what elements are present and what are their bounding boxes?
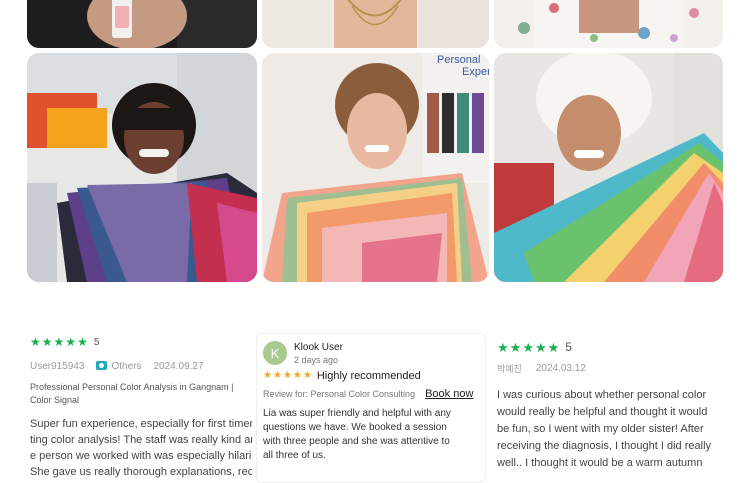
star-rating: ★ ★ ★ ★ ★ [497, 341, 559, 354]
review-text-line: with three people and she was attentive … [263, 436, 450, 447]
review-text-line: I was curious about whether personal col… [497, 389, 707, 401]
star-icon: ★ [263, 370, 272, 381]
review-text-line: be fun, so I went with my older sister! … [497, 423, 704, 435]
photo-right [494, 53, 723, 282]
review-date: 2024.03.12 [535, 362, 586, 374]
photo-top-middle [262, 0, 489, 48]
photo-sign-text: Personal [437, 54, 480, 66]
star-icon: ★ [41, 335, 53, 349]
review-text-line: She gave us really thorough explanations… [30, 466, 252, 478]
review-for: Review for: Personal Color Consulting [263, 389, 416, 399]
product-title[interactable]: Professional Personal Color Analysis in … [30, 381, 250, 407]
review-date: 2024.09.27 [153, 360, 204, 372]
photo-left [27, 53, 257, 282]
avatar: K [263, 341, 287, 365]
star-icon: ★ [547, 339, 560, 355]
review-text-line: Super fun experience, especially for fir… [30, 418, 252, 430]
reviewer-name: Klook User [294, 341, 343, 353]
photo-top-left [27, 0, 257, 48]
photo-top-right [494, 0, 723, 48]
star-icon: ★ [65, 335, 77, 349]
review-headline: Highly recommended [316, 370, 421, 382]
review-text-line: would really be helpful and thought it w… [497, 406, 708, 418]
reviewer-name: User915943 [30, 360, 85, 372]
photo-middle: Personal Exper [262, 53, 489, 282]
star-icon: ★ [77, 335, 88, 349]
star-icon: ★ [497, 339, 509, 355]
star-icon: ★ [522, 339, 534, 355]
review-text-line: receiving the diagnosis, I thought I did… [497, 440, 712, 452]
reviewer-name: 박예진 [497, 364, 522, 375]
review-text-line: well.. I thought it would be a warm autu… [497, 457, 703, 469]
review-text-line: e person we worked with was especially h… [30, 450, 252, 462]
review-text-line: Lia was super friendly and helpful with … [263, 408, 451, 419]
star-rating: ★ ★ ★ ★ ★ [30, 336, 88, 348]
star-rating: ★ ★ ★ ★ ★ [263, 371, 312, 381]
camera-icon [96, 360, 108, 370]
star-icon: ★ [30, 335, 41, 349]
badge-label: Others [111, 360, 142, 372]
star-icon: ★ [534, 339, 547, 355]
star-icon: ★ [292, 370, 302, 381]
category-badge: Others [96, 360, 142, 372]
svg-text:Exper: Exper [462, 66, 489, 78]
review-text-line: ting color analysis! The staff was reall… [30, 434, 252, 446]
review-text-line: questions we have. We booked a session [263, 422, 447, 433]
star-icon: ★ [272, 370, 282, 381]
book-now-link[interactable]: Book now [425, 388, 473, 400]
review-time: 2 days ago [294, 354, 339, 365]
star-icon: ★ [302, 370, 312, 381]
review-card: ★ ★ ★ ★ ★ 5 User915943 Others 2024.09.27… [30, 333, 252, 480]
star-icon: ★ [53, 335, 65, 349]
review-card-klook: K Klook User 2 days ago ★ ★ ★ ★ ★ Highly… [256, 333, 486, 483]
review-text-line: all three of us. [263, 450, 326, 461]
star-icon: ★ [282, 370, 292, 381]
review-card: ★ ★ ★ ★ ★ 5 박예진 2024.03.12 I was curious… [497, 333, 722, 472]
star-icon: ★ [509, 339, 522, 355]
rating-value: 5 [93, 336, 100, 348]
rating-value: 5 [565, 340, 572, 354]
